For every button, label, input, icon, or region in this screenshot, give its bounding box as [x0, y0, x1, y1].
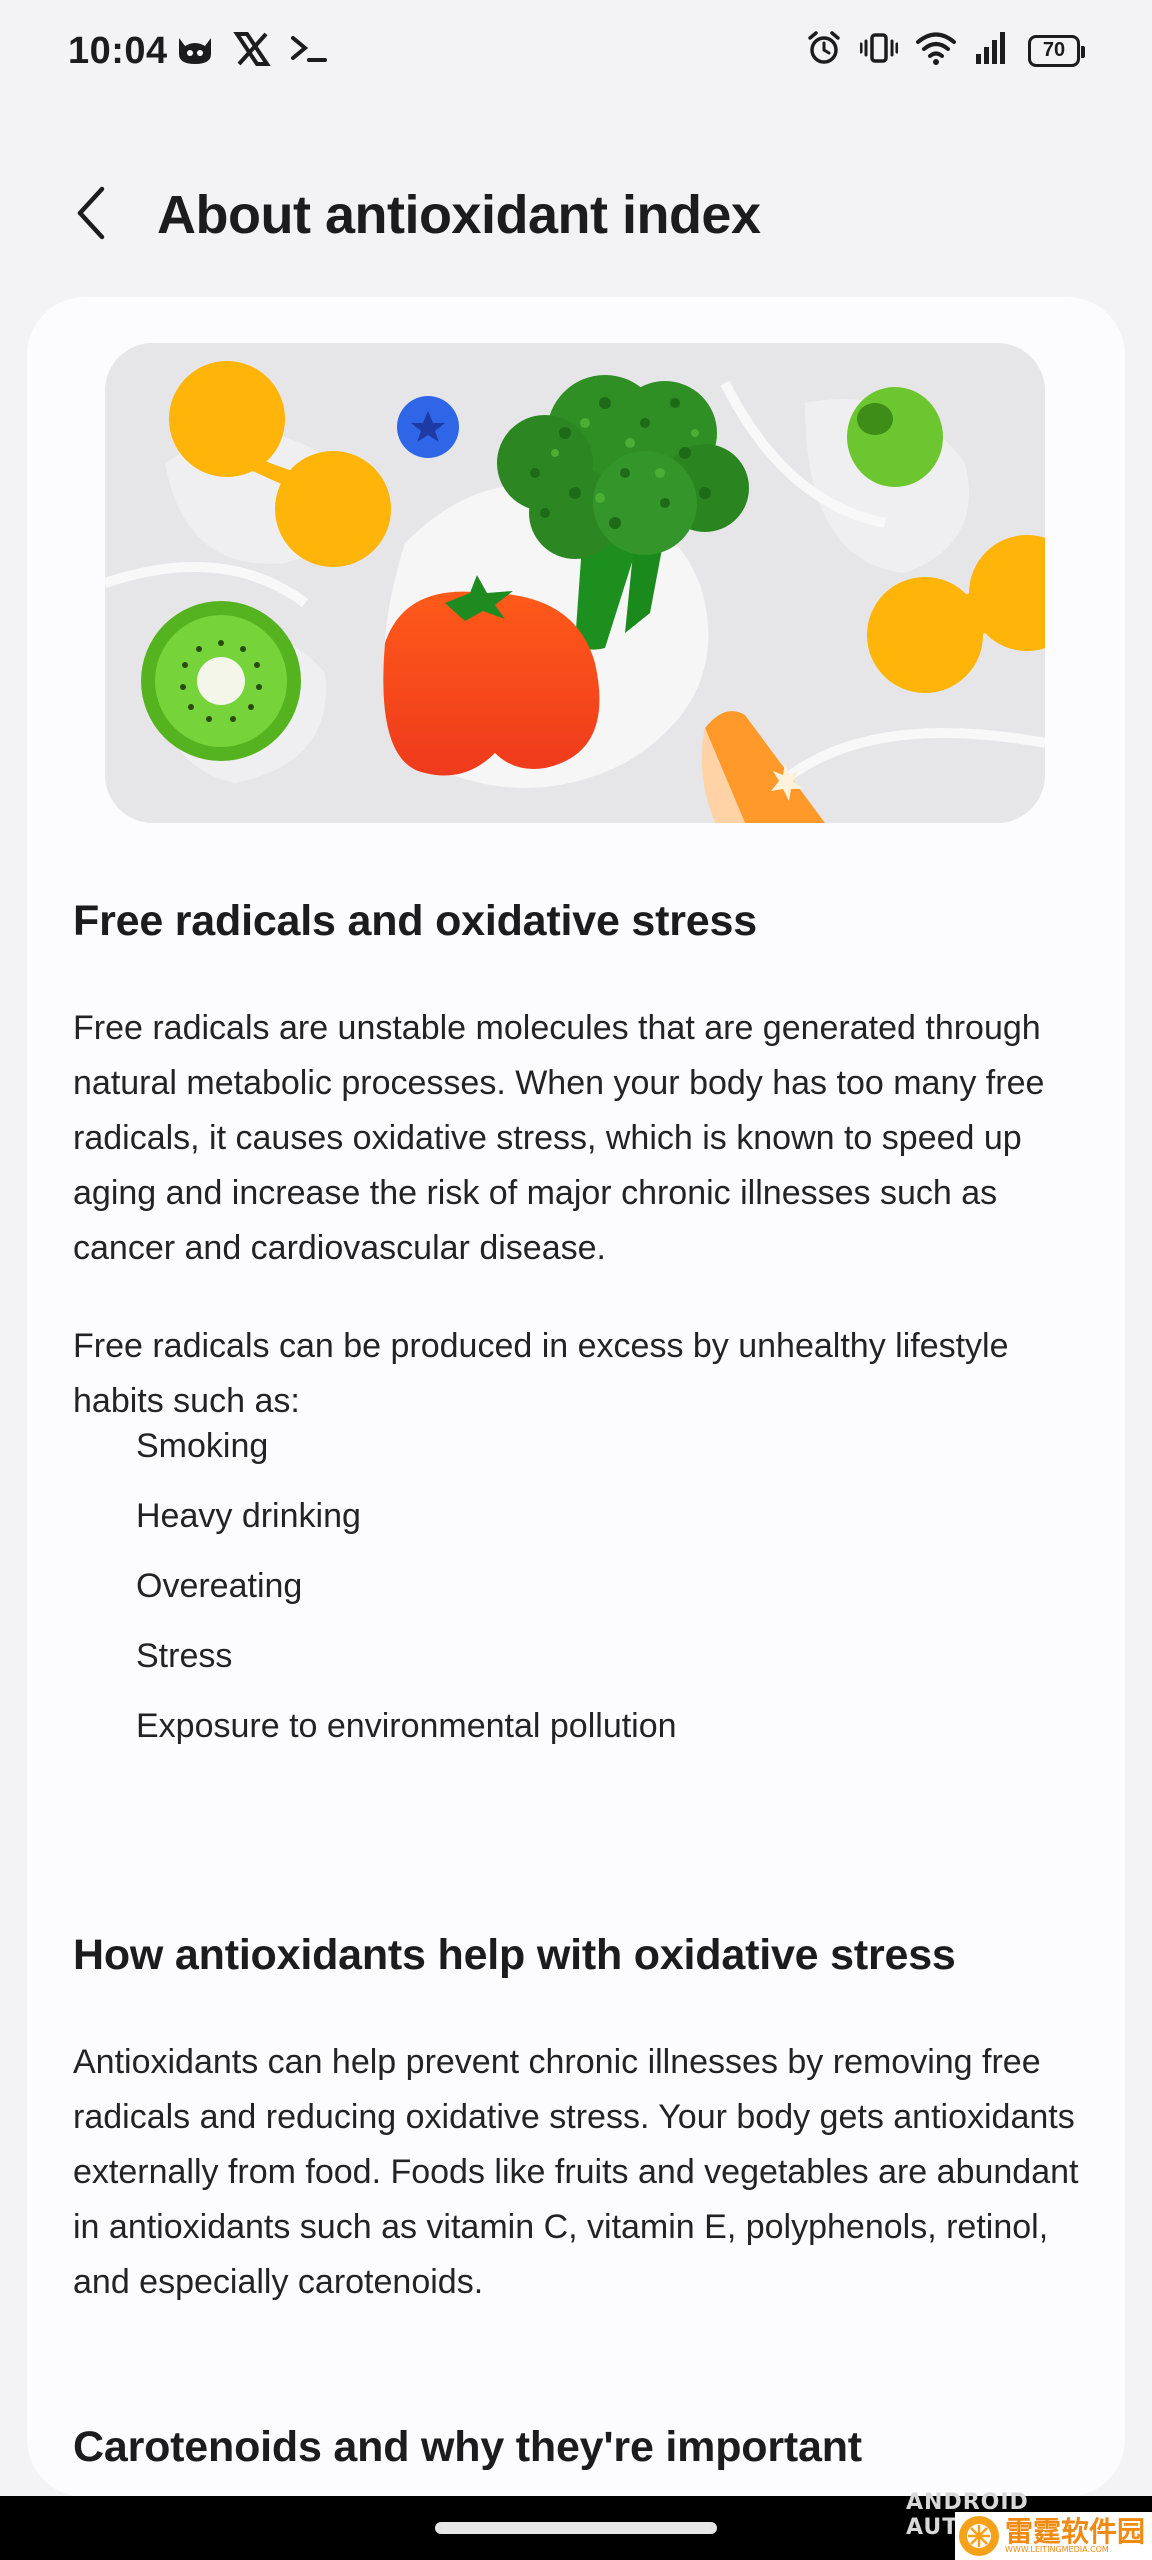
section-paragraph: Free radicals are unstable molecules tha… [73, 1009, 1045, 1267]
watermark-cn: 雷霆软件园 [1005, 2515, 1146, 2548]
vibrate-icon [859, 31, 899, 70]
back-button[interactable] [62, 180, 122, 250]
signal-icon [974, 30, 1010, 71]
watermark-en: WWW.LEITINGMEDIA.COM [1005, 2545, 1109, 2554]
list-item: Stress [136, 1637, 233, 1675]
status-right-icons: 70 [806, 30, 1085, 71]
cat-app-icon [175, 32, 215, 71]
hero-illustration [105, 343, 1045, 823]
page-title: About antioxidant index [157, 185, 761, 245]
x-icon [233, 32, 271, 71]
section-heading-free-radicals: Free radicals and oxidative stress [73, 897, 757, 945]
status-time: 10:04 [68, 30, 168, 72]
list-item: Smoking [136, 1427, 269, 1465]
blueberry-icon [397, 396, 459, 458]
alarm-icon [806, 30, 842, 71]
list-item: Overeating [136, 1567, 303, 1605]
chevron-left-icon [74, 185, 110, 246]
terminal-icon [289, 32, 329, 71]
list-item: Heavy drinking [136, 1497, 361, 1535]
status-bar: 10:04 70 [0, 0, 1152, 110]
list-item: Exposure to environmental pollution [136, 1707, 677, 1745]
orange-logo-icon [959, 2516, 999, 2556]
header: About antioxidant index [0, 170, 1152, 260]
kiwi-icon [141, 601, 301, 761]
section-paragraph: Antioxidants can help prevent chronic il… [73, 2043, 1079, 2301]
status-left-icons [175, 32, 329, 71]
home-gesture-handle[interactable] [435, 2522, 717, 2534]
watermark-leiting: 雷霆软件园 WWW.LEITINGMEDIA.COM [955, 2512, 1152, 2560]
watermark-text: 雷霆软件园 WWW.LEITINGMEDIA.COM [1005, 2518, 1145, 2554]
wifi-icon [916, 31, 956, 70]
section-heading-antioxidants: How antioxidants help with oxidative str… [73, 1931, 956, 1979]
content-card: Free radicals and oxidative stress Free … [27, 297, 1125, 2497]
olive-icon [847, 387, 943, 487]
lifestyle-habits-list: Smoking Heavy drinking Overeating Stress… [136, 1411, 677, 1761]
section-heading-carotenoids: Carotenoids and why they're important [73, 2423, 862, 2471]
battery-icon: 70 [1028, 34, 1085, 67]
